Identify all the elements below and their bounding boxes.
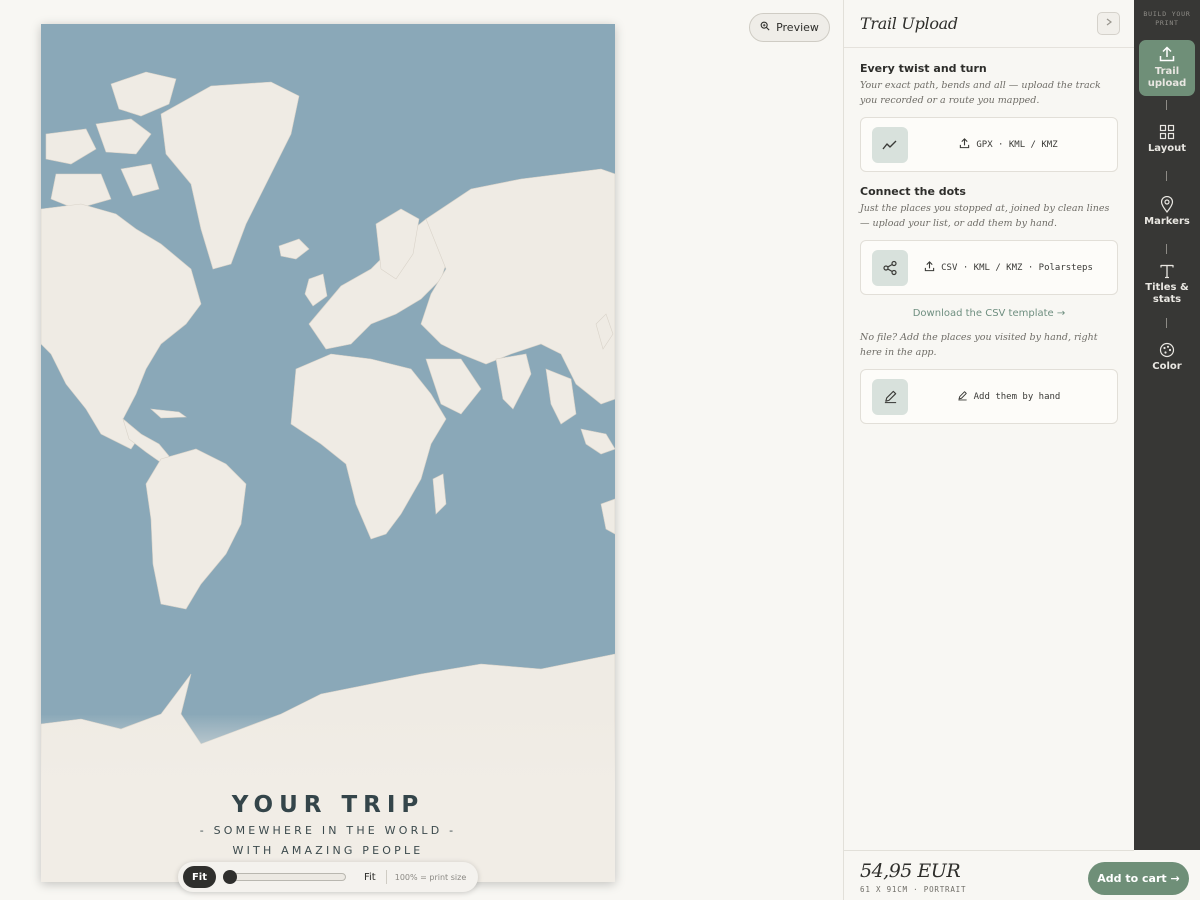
rail-item-label: Layout <box>1147 143 1187 154</box>
print-size-meta: 61 X 91CM · PORTRAIT <box>860 885 967 894</box>
rail-caption-line-2: PRINT <box>1155 19 1179 27</box>
grid-icon <box>1159 124 1175 140</box>
points-section-heading: Connect the dots <box>860 185 966 198</box>
build-steps-rail: BUILD YOUR PRINT Trail upload Layout Mar… <box>1134 0 1200 850</box>
manual-entry-label: Add them by hand <box>908 390 1117 404</box>
palette-icon <box>1159 342 1175 358</box>
trend-line-icon <box>872 126 908 163</box>
track-section-heading: Every twist and turn <box>860 62 987 75</box>
rail-item-color[interactable]: Color <box>1139 342 1195 373</box>
points-section-description: Just the places you stopped at, joined b… <box>860 203 1110 229</box>
rail-connector <box>1166 318 1167 328</box>
panel-title: Trail Upload <box>860 14 958 33</box>
poster-subtitle-location: - SOMEWHERE IN THE WORLD - <box>199 824 457 837</box>
collapse-panel-button[interactable] <box>1097 12 1120 35</box>
rail-connector <box>1166 171 1167 181</box>
panel-header: Trail Upload <box>844 0 1134 48</box>
zoom-slider-thumb[interactable] <box>223 870 237 884</box>
rail-caption: BUILD YOUR PRINT <box>1134 10 1200 28</box>
csv-template-link[interactable]: Download the CSV template → <box>860 308 1118 319</box>
points-upload-card[interactable]: CSV · KML / KMZ · Polarsteps <box>860 240 1118 295</box>
rail-item-label: Trail <box>1154 66 1180 77</box>
rail-item-label: Titles & <box>1145 282 1189 293</box>
world-map <box>41 24 615 784</box>
points-upload-label: CSV · KML / KMZ · Polarsteps <box>908 260 1117 275</box>
rail-item-label: Markers <box>1144 216 1190 227</box>
fit-button[interactable]: Fit <box>364 872 376 883</box>
rail-item-label: stats <box>1152 294 1182 305</box>
cart-wrapper: Add to cart → <box>1088 862 1189 895</box>
poster-title: YOUR TRIP <box>231 792 425 818</box>
track-upload-label: GPX · KML / KMZ <box>908 137 1117 152</box>
track-section-description: Your exact path, bends and all — upload … <box>860 80 1101 106</box>
track-upload-card[interactable]: GPX · KML / KMZ <box>860 117 1118 172</box>
trail-upload-panel: Trail Upload Every twist and turn Your e… <box>843 0 1134 900</box>
price: 54,95 EUR <box>860 860 961 882</box>
canvas-area: YOUR TRIP - SOMEWHERE IN THE WORLD - WIT… <box>0 0 843 900</box>
pencil-icon <box>872 378 908 415</box>
preview-label: Preview <box>776 21 819 34</box>
text-icon <box>1160 264 1174 279</box>
zoom-divider <box>385 870 387 884</box>
rail-caption-line-1: BUILD YOUR <box>1143 10 1191 18</box>
poster-preview: YOUR TRIP - SOMEWHERE IN THE WORLD - WIT… <box>41 24 615 882</box>
points-file-types: CSV · KML / KMZ · Polarsteps <box>941 262 1093 273</box>
rail-item-trail-upload[interactable]: Trail upload <box>1139 40 1195 96</box>
world-map-graphic <box>41 24 615 784</box>
upload-icon <box>1159 46 1175 62</box>
track-upload-section: Every twist and turn Your exact path, be… <box>844 62 1134 424</box>
zoom-scale-note: 100% = print size <box>394 872 467 882</box>
manual-entry-note: No file? Add the places you visited by h… <box>860 332 1098 358</box>
add-to-cart-button[interactable]: Add to cart → <box>1088 862 1189 895</box>
rail-item-label: Color <box>1152 361 1182 372</box>
pencil-small-icon <box>957 390 968 404</box>
manual-entry-card[interactable]: Add them by hand <box>860 369 1118 424</box>
upload-icon <box>959 137 970 152</box>
manual-entry-text: Add them by hand <box>973 391 1061 402</box>
track-file-types: GPX · KML / KMZ <box>976 139 1058 150</box>
map-pin-icon <box>1160 196 1174 213</box>
rail-item-layout[interactable]: Layout <box>1139 124 1195 155</box>
rail-connector <box>1166 100 1167 110</box>
share-nodes-icon <box>872 249 908 286</box>
rail-item-markers[interactable]: Markers <box>1139 196 1195 228</box>
upload-icon <box>924 260 935 275</box>
rail-connector <box>1166 244 1167 254</box>
zoom-controls: Fit Fit 100% = print size <box>178 862 478 892</box>
chevron-right-icon <box>1106 18 1112 29</box>
rail-item-label: upload <box>1147 78 1187 89</box>
poster-subtitle-people: WITH AMAZING PEOPLE <box>232 844 424 857</box>
rail-item-titles-stats[interactable]: Titles & stats <box>1139 263 1195 306</box>
fit-toggle-button[interactable]: Fit <box>183 866 216 888</box>
zoom-in-icon <box>760 21 770 34</box>
preview-button[interactable]: Preview <box>749 13 830 42</box>
zoom-slider[interactable] <box>223 870 346 884</box>
